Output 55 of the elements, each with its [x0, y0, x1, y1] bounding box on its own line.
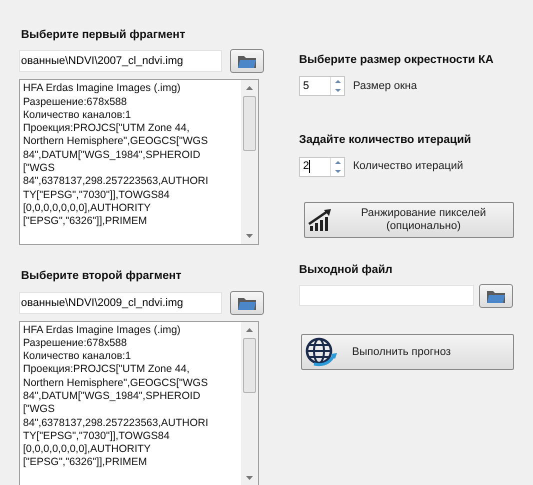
info-line: TY["EPSG","7030"]],TOWGS84 — [23, 430, 171, 444]
file-path-field[interactable]: ованные\NDVI\2007_cl_ndvi.img — [19, 50, 222, 72]
info-text-area[interactable] — [19, 79, 259, 246]
browse-button[interactable] — [230, 290, 264, 314]
info-line: HFA Erdas Imagine Images (.img) — [23, 324, 182, 337]
info-line: [0,0,0,0,0,0,0],AUTHORITY — [23, 202, 152, 216]
browse-button[interactable] — [479, 284, 513, 308]
file-path-field[interactable]: ованные\NDVI\2009_cl_ndvi.img — [19, 292, 222, 314]
button-label-line: Ранжирование пикселей — [360, 206, 486, 220]
scrollbar[interactable] — [241, 80, 258, 244]
info-line: TY["EPSG","7030"]],TOWGS84 — [23, 188, 171, 202]
run-forecast-button[interactable]: Выполнить прогноз — [301, 334, 514, 370]
section-title: Задайте количество итераций — [299, 133, 472, 148]
scrollbar[interactable] — [241, 322, 258, 485]
scroll-down-icon[interactable] — [246, 476, 253, 480]
spinner-label: Количество итераций — [353, 159, 464, 174]
button-label-line: (опционально) — [386, 220, 461, 232]
browse-button[interactable] — [230, 49, 264, 74]
scroll-up-icon[interactable] — [246, 86, 253, 90]
globe-icon — [304, 336, 338, 367]
info-line: Проекция:PROJCS["UTM Zone 44, — [23, 122, 190, 136]
button-label: Выполнить прогноз — [352, 344, 451, 360]
info-text-area[interactable] — [19, 320, 259, 485]
spinner-value: 5 — [302, 79, 310, 94]
info-line: Проекция:PROJCS["UTM Zone 44, — [23, 363, 190, 377]
info-line: Разрешение:678x588 — [23, 336, 128, 350]
spinner-label: Размер окна — [353, 79, 417, 94]
number-spinner[interactable]: 2 — [299, 156, 345, 176]
info-line: Количество каналов:1 — [23, 108, 132, 122]
info-line: 84",6378137,298.257223563,AUTHORI — [23, 175, 210, 189]
section-title: Выберите первый фрагмент — [21, 28, 186, 43]
info-line: Northern Hemisphere",GEOGCS["WGS — [23, 376, 209, 390]
info-line: ["EPSG","6326"]],PRIMEM — [23, 456, 148, 470]
number-spinner[interactable]: 5 — [299, 76, 345, 96]
info-line: ["WGS — [23, 162, 56, 176]
folder-icon — [237, 53, 257, 70]
rank-pixels-button[interactable]: Ранжирование пикселей (опционально) — [304, 202, 514, 238]
section-title: Выберите размер окрестности КА — [299, 53, 495, 68]
info-line: ["EPSG","6326"]],PRIMEM — [23, 215, 148, 229]
info-line: 84",DATUM["WGS_1984",SPHEROID — [23, 390, 202, 404]
section-title: Выберите второй фрагмент — [21, 269, 182, 284]
info-line: 84",6378137,298.257223563,AUTHORI — [23, 416, 210, 430]
info-line: Количество каналов:1 — [23, 350, 132, 364]
section-title: Выходной файл — [299, 262, 394, 278]
scroll-down-icon[interactable] — [246, 234, 253, 238]
info-line: Разрешение:678x588 — [23, 96, 128, 109]
info-line: HFA Erdas Imagine Images (.img) — [23, 82, 182, 96]
bar-chart-icon — [308, 208, 334, 232]
spinner-value: 2 — [302, 159, 312, 175]
info-line: 84",DATUM["WGS_1984",SPHEROID — [23, 148, 202, 162]
scroll-up-icon[interactable] — [246, 328, 253, 332]
output-file-field[interactable] — [299, 285, 474, 306]
info-line: [0,0,0,0,0,0,0],AUTHORITY — [23, 443, 152, 456]
info-line: ["WGS — [23, 403, 56, 417]
info-line: Northern Hemisphere",GEOGCS["WGS — [23, 135, 209, 149]
